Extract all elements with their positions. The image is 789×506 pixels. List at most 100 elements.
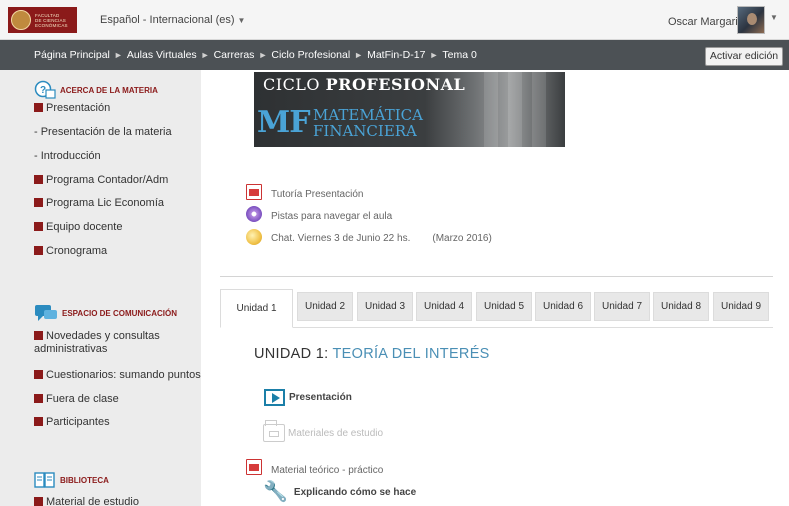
block-acerca-title: ACERCA DE LA MATERIA xyxy=(60,85,158,95)
breadcrumb-item[interactable]: Aulas Virtuales xyxy=(127,49,197,61)
tab-unidad-4[interactable]: Unidad 4 xyxy=(416,292,472,321)
pdf-icon xyxy=(246,183,262,200)
breadcrumb-item-current[interactable]: Tema 0 xyxy=(442,49,476,61)
tab-unidad-9[interactable]: Unidad 9 xyxy=(713,292,769,321)
sidebar-item-fuera-de-clase[interactable]: Fuera de clase xyxy=(34,393,119,406)
tab-unidad-1[interactable]: Unidad 1 xyxy=(220,289,293,328)
seal-icon xyxy=(11,10,31,30)
resource-label: Explicando cómo se hace xyxy=(293,486,417,498)
resource-label: Material teórico - práctico xyxy=(271,465,384,476)
breadcrumb-item[interactable]: MatFin-D-17 xyxy=(367,49,425,61)
disc-icon xyxy=(246,205,262,222)
play-video-icon xyxy=(264,389,285,406)
tab-unidad-7[interactable]: Unidad 7 xyxy=(594,292,650,321)
sidebar-item-label: Fuera de clase xyxy=(46,393,119,405)
sidebar-item-label: Cronograma xyxy=(46,245,108,257)
bullet-icon xyxy=(34,370,43,379)
user-menu-chevron-icon[interactable]: ▼ xyxy=(770,13,778,22)
book-icon xyxy=(34,472,55,488)
tab-unidad-8[interactable]: Unidad 8 xyxy=(653,292,709,321)
sidebar-item-label: Cuestionarios: sumando puntos xyxy=(46,369,201,381)
breadcrumb-item[interactable]: Ciclo Profesional xyxy=(271,49,350,61)
activity-tutoria[interactable]: Tutoría Presentación xyxy=(246,183,363,200)
chevron-down-icon: ▼ xyxy=(237,16,246,25)
resource-material-teorico[interactable]: Material teórico - práctico xyxy=(246,458,383,476)
sidebar-item-label: Equipo docente xyxy=(46,221,123,233)
unit-title: UNIDAD 1: TEORÍA DEL INTERÉS xyxy=(254,346,490,362)
breadcrumb-separator: ► xyxy=(354,50,364,60)
breadcrumb-item[interactable]: Carreras xyxy=(214,49,255,61)
bullet-icon xyxy=(34,497,43,506)
activity-note: (Marzo 2016) xyxy=(432,232,492,244)
activity-label: Pistas para navegar el aula xyxy=(271,211,393,222)
bullet-icon xyxy=(34,222,43,231)
sidebar-item-presentacion-materia[interactable]: - Presentación de la materia xyxy=(34,126,172,139)
language-label: Español - Internacional (es) xyxy=(100,14,235,26)
sidebar-item-label: Programa Lic Economía xyxy=(46,197,164,209)
breadcrumb-separator: ► xyxy=(258,50,268,60)
logo-text: FACULTAD DE CIENCIAS ECONÓMICAS xyxy=(35,12,68,28)
block-acerca-heading: ? ACERCA DE LA MATERIA xyxy=(34,80,158,100)
course-banner: CICLO PROFESIONAL MF MATEMÁTICA FINANCIER… xyxy=(254,72,565,147)
sidebar-item-programa-contador[interactable]: Programa Contador/Adm xyxy=(34,174,168,187)
chat-bubbles-icon xyxy=(35,305,57,321)
pdf-icon xyxy=(246,459,262,475)
folder-icon xyxy=(263,420,285,442)
banner-line2: MATEMÁTICA FINANCIERA xyxy=(313,106,423,140)
block-biblioteca-title: BIBLIOTECA xyxy=(60,475,109,485)
sidebar-item-label: Programa Contador/Adm xyxy=(46,174,169,186)
section-divider xyxy=(220,276,773,277)
sidebar-item-label: Novedades y consultas administrativas xyxy=(34,330,160,355)
breadcrumb-separator: ► xyxy=(113,50,123,60)
tab-unidad-2[interactable]: Unidad 2 xyxy=(297,292,353,321)
sidebar-item-programa-economia[interactable]: Programa Lic Economía xyxy=(34,197,164,210)
breadcrumb-item[interactable]: Página Principal xyxy=(34,49,110,61)
bullet-icon xyxy=(34,331,43,340)
sidebar-item-cronograma[interactable]: Cronograma xyxy=(34,245,107,258)
resource-presentacion[interactable]: Presentación xyxy=(264,389,352,406)
block-espacio-title: ESPACIO DE COMUNICACIÓN xyxy=(62,308,177,318)
sidebar-item-label: Participantes xyxy=(46,416,110,428)
resource-label: Materiales de estudio xyxy=(288,427,384,439)
bullet-icon xyxy=(34,246,43,255)
tab-unidad-5[interactable]: Unidad 5 xyxy=(476,292,532,321)
sidebar-item-cuestionarios[interactable]: Cuestionarios: sumando puntos xyxy=(34,369,201,382)
tab-unidad-3[interactable]: Unidad 3 xyxy=(357,292,413,321)
sidebar-item-novedades[interactable]: Novedades y consultas administrativas xyxy=(34,330,194,356)
breadcrumb-separator: ► xyxy=(429,50,439,60)
sidebar-item-participantes[interactable]: Participantes xyxy=(34,416,110,429)
wrench-icon: 🔧 xyxy=(263,481,288,503)
resource-materiales[interactable]: Materiales de estudio xyxy=(263,420,384,442)
bullet-icon xyxy=(34,198,43,207)
activity-chat[interactable]: Chat. Viernes 3 de Junio 22 hs. (Marzo 2… xyxy=(246,229,492,245)
activar-edicion-button[interactable]: Activar edición xyxy=(705,47,783,66)
sidebar-item-label: Presentación xyxy=(46,102,111,114)
sidebar-item-label: Material de estudio xyxy=(46,496,139,506)
activity-label: Chat. Viernes 3 de Junio 22 hs. xyxy=(271,232,411,244)
bullet-icon xyxy=(34,103,43,112)
language-selector[interactable]: Español - Internacional (es) ▼ xyxy=(100,14,245,26)
breadcrumb: Página Principal ► Aulas Virtuales ► Carrera… xyxy=(34,49,477,61)
chat-icon xyxy=(246,229,262,245)
banner-line1: CICLO PROFESIONAL xyxy=(263,75,466,94)
avatar[interactable] xyxy=(737,6,765,34)
banner-mf-logo: MF xyxy=(257,105,311,140)
svg-text:?: ? xyxy=(40,85,46,96)
resource-explicando[interactable]: 🔧 Explicando cómo se hace xyxy=(263,482,416,502)
top-bar: FACULTAD DE CIENCIAS ECONÓMICAS Español … xyxy=(0,0,789,40)
block-espacio-heading: ESPACIO DE COMUNICACIÓN xyxy=(34,303,177,323)
user-name[interactable]: Oscar Margaria xyxy=(668,16,744,28)
breadcrumb-separator: ► xyxy=(200,50,210,60)
activity-label: Tutoría Presentación xyxy=(271,189,364,200)
resource-label: Presentación xyxy=(289,392,352,403)
sidebar-item-equipo-docente[interactable]: Equipo docente xyxy=(34,221,122,234)
sidebar-item-material-estudio[interactable]: Material de estudio xyxy=(34,496,139,506)
sidebar-item-introduccion[interactable]: - Introducción xyxy=(34,150,101,163)
navigation-bar: Página Principal ► Aulas Virtuales ► Carrera… xyxy=(0,40,789,70)
bullet-icon xyxy=(34,417,43,426)
tab-unidad-6[interactable]: Unidad 6 xyxy=(535,292,591,321)
sidebar-item-presentacion[interactable]: Presentación xyxy=(34,102,110,115)
block-biblioteca-heading: BIBLIOTECA xyxy=(34,471,109,489)
activity-pistas[interactable]: Pistas para navegar el aula xyxy=(246,205,392,222)
faculty-logo[interactable]: FACULTAD DE CIENCIAS ECONÓMICAS xyxy=(8,7,77,33)
